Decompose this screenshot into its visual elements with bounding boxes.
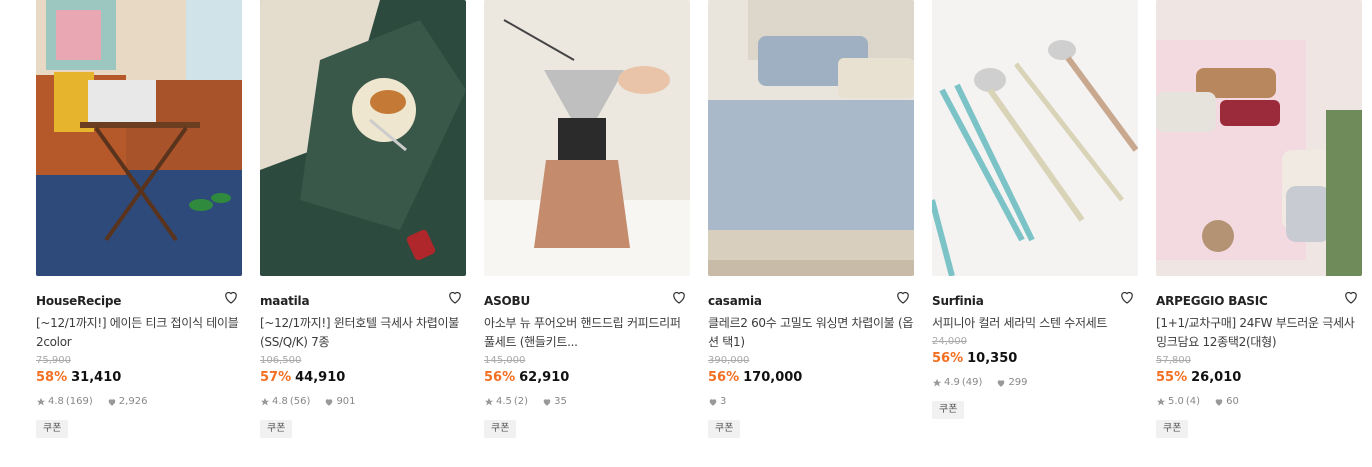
rating-value: 5.0	[1168, 396, 1184, 407]
original-price: 390,000	[708, 355, 750, 366]
review-count: (56)	[289, 396, 311, 407]
rating-value: 4.5	[496, 396, 512, 407]
coupon-badge: 쿠폰	[708, 420, 741, 438]
review-count: (4)	[1185, 396, 1201, 407]
product-title[interactable]: 아소부 뉴 푸어오버 핸드드립 커피드리퍼 풀세트 (핸들키트...	[484, 314, 690, 352]
product-image[interactable]	[260, 0, 466, 276]
sale-price: 62,910	[519, 370, 570, 385]
review-count: (2)	[513, 396, 529, 407]
original-price: 145,000	[484, 355, 526, 366]
discount-rate: 56%	[932, 351, 964, 366]
brand-name[interactable]: casamia	[708, 294, 762, 308]
bookmark-heart-icon[interactable]	[670, 288, 688, 306]
like-count: 901	[336, 396, 356, 407]
brand-name[interactable]: ARPEGGIO BASIC	[1156, 294, 1268, 308]
heart-icon	[1215, 399, 1223, 406]
heart-icon	[709, 399, 717, 406]
sale-price: 10,350	[967, 351, 1018, 366]
heart-icon	[543, 399, 551, 406]
product-title[interactable]: 서피니아 컬러 세라믹 스텐 수저세트	[932, 314, 1138, 333]
like-count: 299	[1008, 377, 1028, 388]
heart-icon	[326, 399, 333, 406]
coupon-badge: 쿠폰	[1156, 420, 1189, 438]
product-image[interactable]	[708, 0, 914, 276]
coupon-badge: 쿠폰	[260, 420, 293, 438]
original-price: 106,500	[260, 355, 302, 366]
like-count: 60	[1226, 396, 1239, 407]
sale-price: 26,010	[1191, 370, 1242, 385]
rating-value: 4.8	[272, 396, 288, 407]
star-icon	[36, 397, 46, 406]
product-image[interactable]	[484, 0, 690, 276]
product-card[interactable]: HouseRecipe [~12/1까지!] 에이든 티크 접이식 테이블 2c…	[36, 0, 242, 438]
star-icon	[260, 397, 270, 406]
bookmark-heart-icon[interactable]	[446, 288, 464, 306]
product-card[interactable]: ASOBU 아소부 뉴 푸어오버 핸드드립 커피드리퍼 풀세트 (핸들키트...…	[484, 0, 690, 438]
product-title[interactable]: [~12/1까지!] 에이든 티크 접이식 테이블 2color	[36, 314, 242, 352]
product-card[interactable]: ARPEGGIO BASIC [1+1/교차구매] 24FW 부드러운 극세사 …	[1156, 0, 1362, 438]
original-price: 57,800	[1156, 355, 1191, 366]
sale-price: 44,910	[295, 370, 346, 385]
star-icon	[1156, 397, 1166, 406]
discount-rate: 57%	[260, 370, 292, 385]
product-card[interactable]: Surfinia 서피니아 컬러 세라믹 스텐 수저세트 24,000 56% 1…	[932, 0, 1138, 419]
like-count: 2,926	[118, 396, 148, 407]
brand-name[interactable]: ASOBU	[484, 294, 530, 308]
product-title[interactable]: [~12/1까지!] 윈터호텔 극세사 차렵이불 (SS/Q/K) 7종	[260, 314, 466, 352]
coupon-badge: 쿠폰	[932, 401, 965, 419]
rating-value: 4.8	[48, 396, 64, 407]
review-count: (169)	[65, 396, 93, 407]
product-image[interactable]	[36, 0, 242, 276]
product-title[interactable]: 클레르2 60수 고밀도 워싱면 차렵이불 (옵션 택1)	[708, 314, 914, 352]
discount-rate: 58%	[36, 370, 68, 385]
product-image[interactable]	[932, 0, 1138, 276]
product-card[interactable]: casamia 클레르2 60수 고밀도 워싱면 차렵이불 (옵션 택1) 39…	[708, 0, 914, 438]
bookmark-heart-icon[interactable]	[1118, 288, 1136, 306]
like-count: 3	[720, 396, 727, 407]
heart-icon	[998, 380, 1005, 387]
original-price: 75,900	[36, 355, 71, 366]
coupon-badge: 쿠폰	[484, 420, 517, 438]
sale-price: 170,000	[743, 370, 803, 385]
discount-rate: 56%	[708, 370, 740, 385]
discount-rate: 56%	[484, 370, 516, 385]
brand-name[interactable]: maatila	[260, 294, 310, 308]
heart-icon	[108, 399, 116, 406]
product-title[interactable]: [1+1/교차구매] 24FW 부드러운 극세사 밍크담요 12종택2(대형)	[1156, 314, 1362, 352]
brand-name[interactable]: Surfinia	[932, 294, 984, 308]
star-icon	[932, 378, 942, 387]
product-card[interactable]: maatila [~12/1까지!] 윈터호텔 극세사 차렵이불 (SS/Q/K…	[260, 0, 466, 438]
rating-value: 4.9	[944, 377, 960, 388]
sale-price: 31,410	[71, 370, 122, 385]
brand-name[interactable]: HouseRecipe	[36, 294, 121, 308]
original-price: 24,000	[932, 336, 967, 347]
bookmark-heart-icon[interactable]	[1342, 288, 1360, 306]
bookmark-heart-icon[interactable]	[894, 288, 912, 306]
coupon-badge: 쿠폰	[36, 420, 69, 438]
review-count: (49)	[961, 377, 983, 388]
discount-rate: 55%	[1156, 370, 1188, 385]
product-image[interactable]	[1156, 0, 1362, 276]
like-count: 35	[554, 396, 567, 407]
star-icon	[484, 397, 494, 406]
bookmark-heart-icon[interactable]	[222, 288, 240, 306]
